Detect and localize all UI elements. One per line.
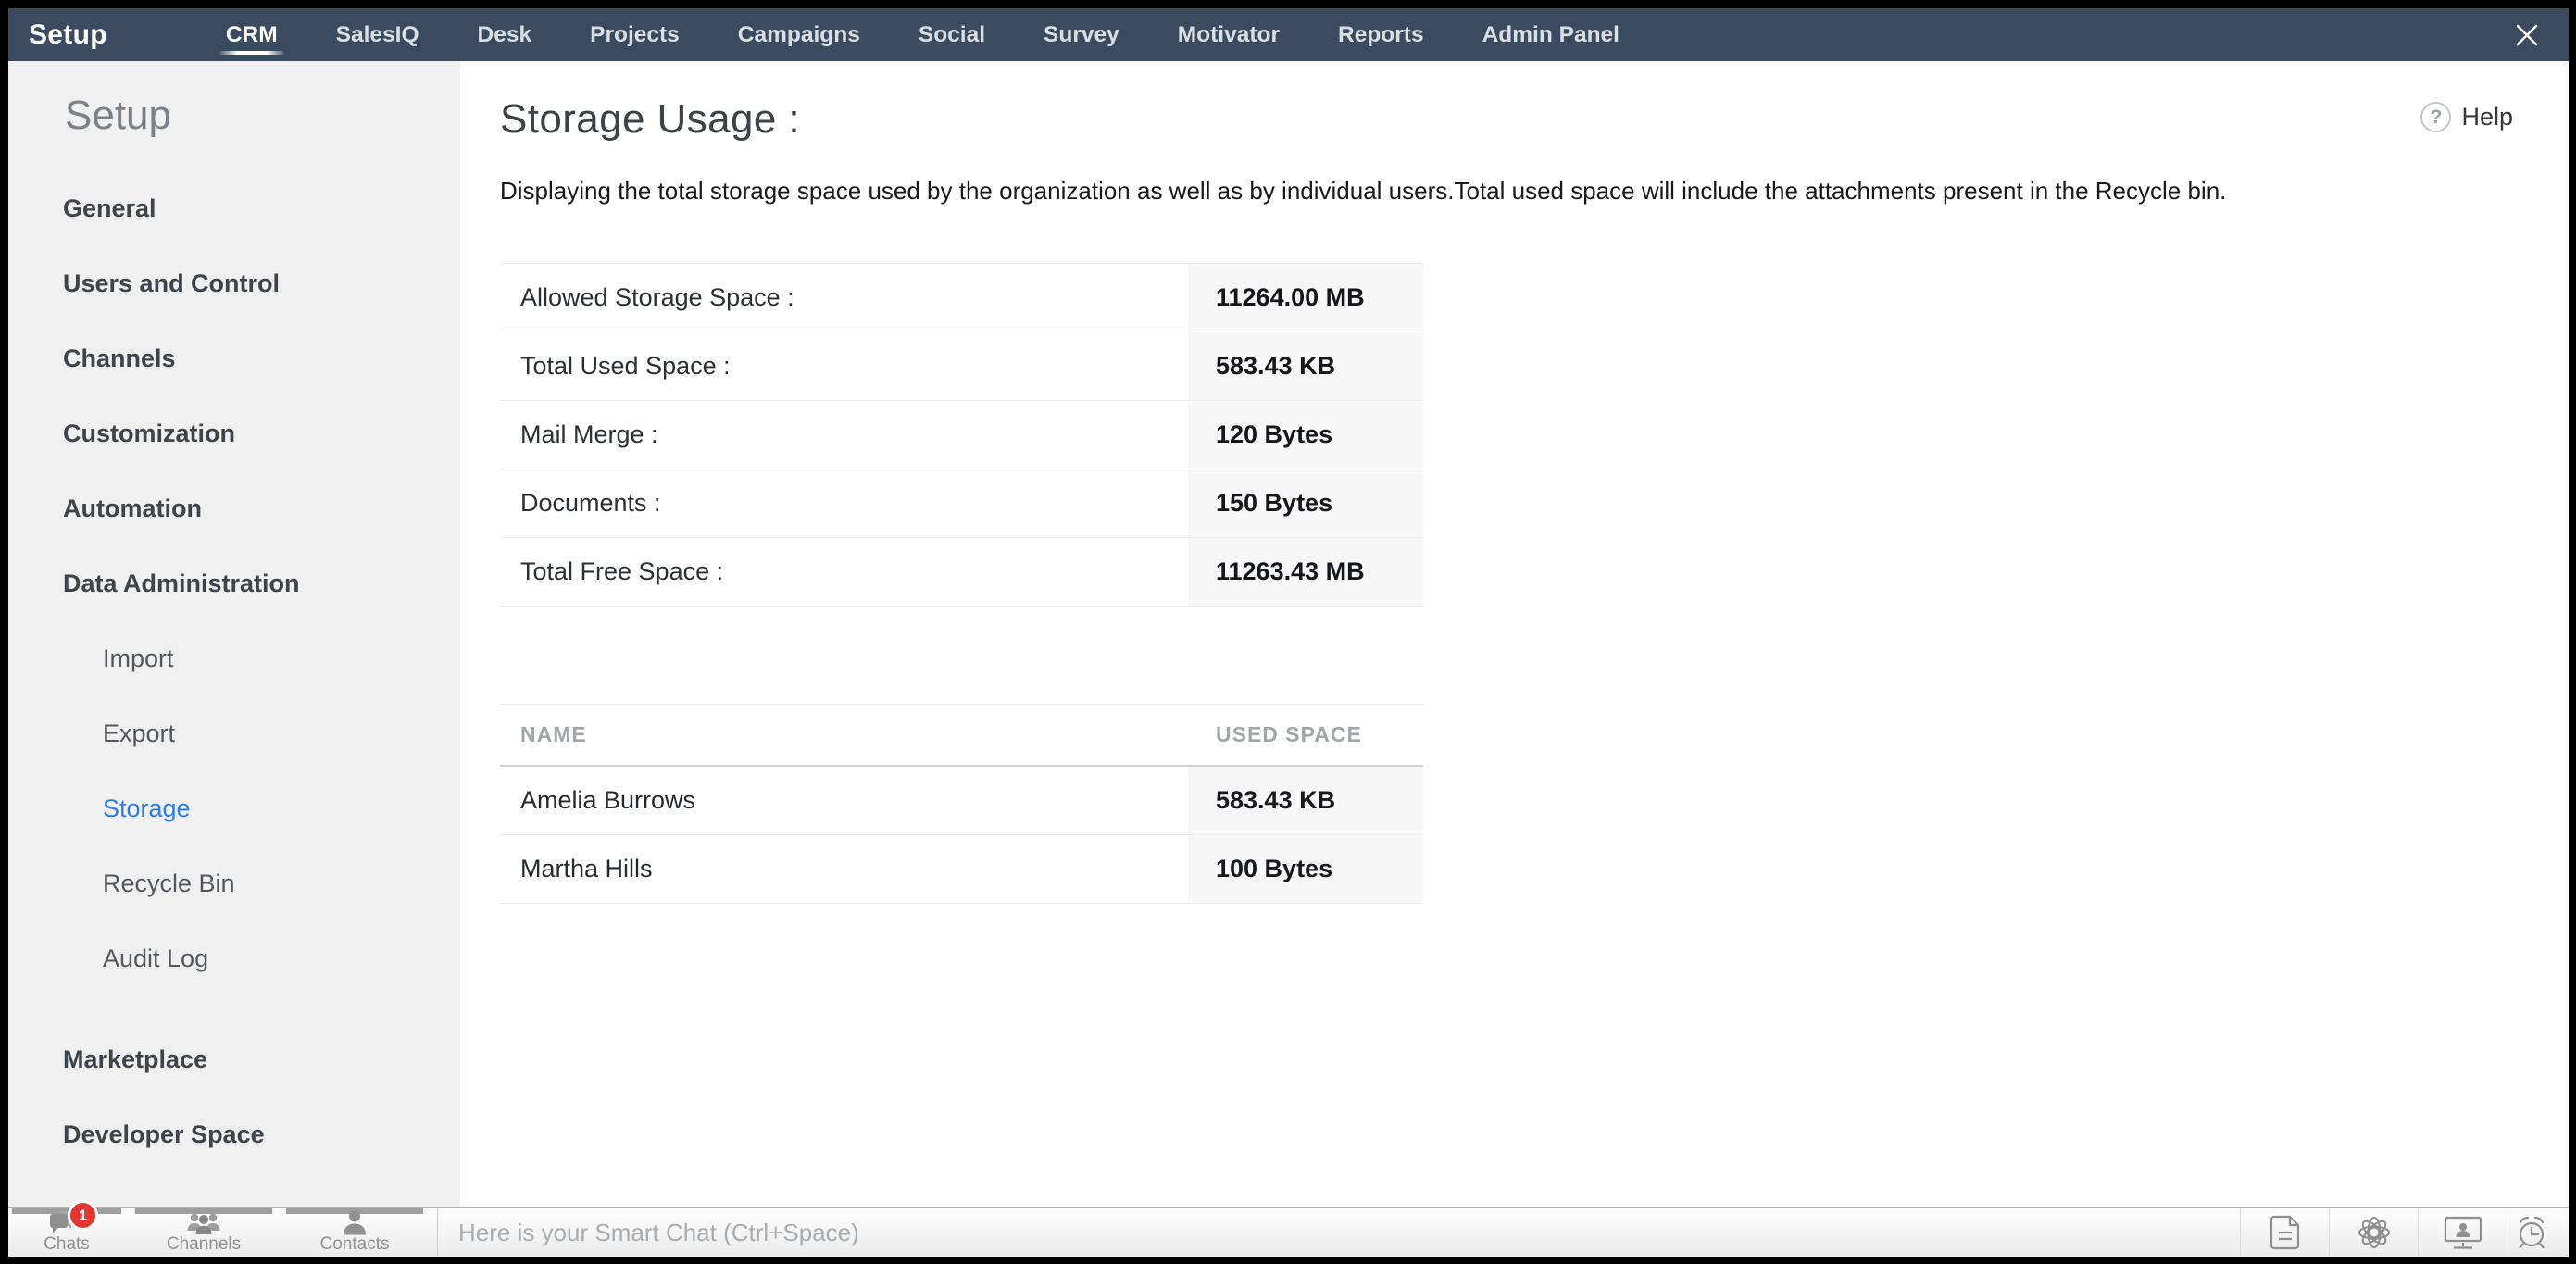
app-title: Setup (29, 19, 107, 51)
topbar-tab-campaigns[interactable]: Campaigns (738, 8, 860, 61)
summary-value: 11263.43 MB (1188, 538, 1423, 607)
tab-chats-label: Chats (44, 1235, 90, 1254)
screen-share-icon (2444, 1216, 2482, 1249)
help-icon: ? (2420, 102, 2451, 132)
topbar: Setup CRM SalesIQ Desk Projects Campaigns Soc… (8, 8, 2569, 61)
document-button[interactable] (2240, 1208, 2329, 1257)
chat-tabs: 1 Chats Channels (8, 1208, 437, 1257)
users-table-head: NAME USED SPACE (500, 704, 1423, 767)
content-header: Storage Usage : ? Help (500, 96, 2513, 143)
screen-share-button[interactable] (2418, 1208, 2507, 1257)
chat-icon-wrap: 1 (49, 1210, 84, 1235)
sidebar-item-audit-log[interactable]: Audit Log (63, 921, 460, 996)
bottombar: 1 Chats Channels (8, 1207, 2569, 1257)
user-used-space: 583.43 KB (1188, 767, 1423, 835)
page-title: Storage Usage : (500, 96, 800, 143)
sidebar-item-customization[interactable]: Customization (63, 396, 460, 471)
topbar-tab-reports[interactable]: Reports (1338, 8, 1424, 61)
storage-summary-table: Allowed Storage Space :11264.00 MBTotal … (500, 263, 1423, 607)
atom-icon (2356, 1214, 2393, 1251)
chat-badge: 1 (68, 1200, 98, 1231)
sidebar-item-storage[interactable]: Storage (63, 771, 460, 846)
user-name: Martha Hills (500, 835, 1188, 904)
user-name: Amelia Burrows (500, 767, 1188, 835)
tab-contacts[interactable]: Contacts (286, 1208, 423, 1257)
topbar-tab-desk[interactable]: Desk (478, 8, 532, 61)
summary-label: Total Free Space : (500, 538, 1188, 607)
active-tab-underline (219, 51, 284, 55)
tab-channels-label: Channels (167, 1235, 241, 1254)
sidebar-item-general[interactable]: General (63, 171, 460, 246)
channels-icon (185, 1211, 222, 1235)
sidebar-item-data-administration[interactable]: Data Administration (63, 546, 460, 621)
topbar-tab-survey[interactable]: Survey (1044, 8, 1119, 61)
summary-value: 120 Bytes (1188, 401, 1423, 469)
summary-row-total-free-space: Total Free Space :11263.43 MB (500, 538, 1423, 607)
tab-contacts-label: Contacts (320, 1235, 390, 1254)
sidebar-item-marketplace[interactable]: Marketplace (63, 1022, 460, 1097)
summary-row-total-used-space: Total Used Space :583.43 KB (500, 332, 1423, 401)
tab-chats[interactable]: 1 Chats (12, 1208, 121, 1257)
summary-row-mail-merge: Mail Merge :120 Bytes (500, 401, 1423, 469)
user-row-amelia-burrows: Amelia Burrows583.43 KB (500, 767, 1423, 835)
topbar-tab-admin-panel[interactable]: Admin Panel (1482, 8, 1619, 61)
sidebar-item-import[interactable]: Import (63, 621, 460, 696)
content: Storage Usage : ? Help Displaying the to… (460, 61, 2569, 1207)
sidebar-item-developer-space[interactable]: Developer Space (63, 1097, 460, 1172)
channels-icon-wrap (185, 1211, 222, 1235)
topbar-tab-salesiq[interactable]: SalesIQ (336, 8, 419, 61)
close-icon (2513, 21, 2541, 49)
sidebar-item-export[interactable]: Export (63, 696, 460, 771)
bottombar-right-icons (2240, 1208, 2569, 1257)
summary-value: 11264.00 MB (1188, 263, 1423, 332)
topbar-tab-social[interactable]: Social (919, 8, 985, 61)
summary-value: 583.43 KB (1188, 332, 1423, 401)
topbar-tab-crm[interactable]: CRM (226, 8, 278, 61)
sidebar-item-users-and-control[interactable]: Users and Control (63, 246, 460, 321)
document-icon (2270, 1215, 2301, 1250)
alarm-clock-button[interactable] (2507, 1208, 2569, 1257)
column-header-used-space: USED SPACE (1188, 704, 1423, 767)
close-button[interactable] (2511, 19, 2543, 51)
help-button[interactable]: ? Help (2420, 102, 2513, 132)
user-used-space: 100 Bytes (1188, 835, 1423, 904)
topbar-tab-motivator[interactable]: Motivator (1178, 8, 1280, 61)
summary-label: Total Used Space : (500, 332, 1188, 401)
tab-channels[interactable]: Channels (135, 1208, 272, 1257)
contacts-icon (343, 1210, 367, 1235)
column-header-name: NAME (500, 704, 1188, 767)
topbar-nav: CRM SalesIQ Desk Projects Campaigns Social Sur… (226, 8, 1619, 61)
summary-value: 150 Bytes (1188, 469, 1423, 538)
topbar-tab-projects[interactable]: Projects (590, 8, 680, 61)
page-description: Displaying the total storage space used … (500, 177, 2513, 206)
summary-label: Documents : (500, 469, 1188, 538)
summary-row-allowed-storage-space: Allowed Storage Space :11264.00 MB (500, 263, 1423, 332)
user-row-martha-hills: Martha Hills100 Bytes (500, 835, 1423, 904)
sidebar-item-recycle-bin[interactable]: Recycle Bin (63, 846, 460, 921)
atom-button[interactable] (2329, 1208, 2418, 1257)
sidebar: Setup GeneralUsers and ControlChannelsCu… (8, 61, 460, 1207)
sidebar-item-channels[interactable]: Channels (63, 321, 460, 396)
sidebar-heading: Setup (65, 93, 460, 139)
users-table-body: Amelia Burrows583.43 KBMartha Hills100 B… (500, 767, 1423, 904)
contacts-icon-wrap (343, 1210, 367, 1235)
storage-summary-body: Allowed Storage Space :11264.00 MBTotal … (500, 263, 1423, 607)
app-window: Setup CRM SalesIQ Desk Projects Campaigns Soc… (8, 8, 2569, 1257)
smart-chat-input[interactable]: Here is your Smart Chat (Ctrl+Space) (438, 1208, 2240, 1257)
help-label: Help (2461, 103, 2513, 131)
summary-label: Allowed Storage Space : (500, 263, 1188, 332)
users-table: NAME USED SPACE Amelia Burrows583.43 KBM… (500, 704, 1423, 904)
alarm-clock-icon (2513, 1214, 2550, 1251)
main-row: Setup GeneralUsers and ControlChannelsCu… (8, 61, 2569, 1207)
sidebar-nav: GeneralUsers and ControlChannelsCustomiz… (63, 171, 460, 1172)
summary-label: Mail Merge : (500, 401, 1188, 469)
sidebar-item-automation[interactable]: Automation (63, 471, 460, 546)
summary-row-documents: Documents :150 Bytes (500, 469, 1423, 538)
